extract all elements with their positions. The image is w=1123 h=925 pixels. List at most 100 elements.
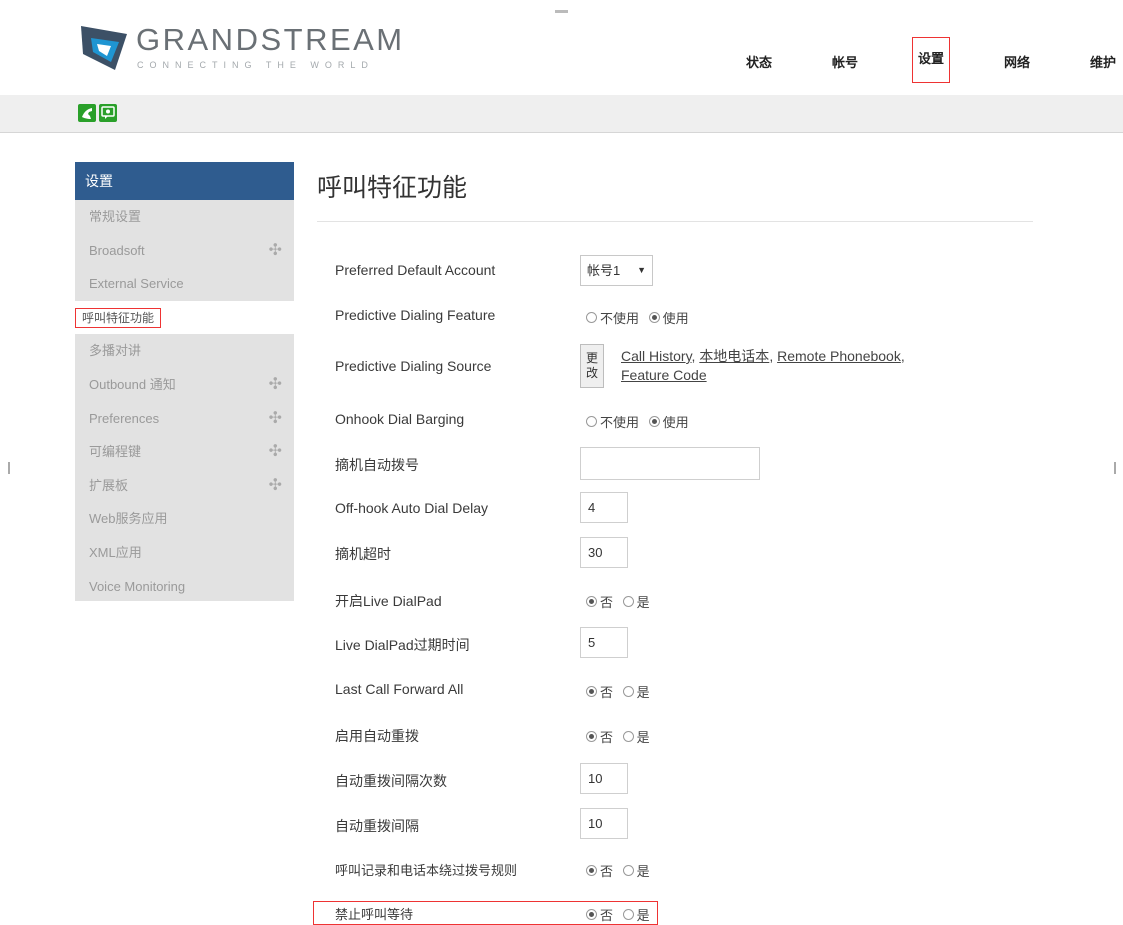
expand-plus-icon[interactable]: ✣ [269,435,282,469]
source-link[interactable]: Feature Code [621,367,707,383]
radio-label: 使用 [662,311,689,326]
sidebar-item-label: 可编程键 [89,444,142,460]
sidebar-item-outbound-notification[interactable]: Outbound 通知 ✣ [75,368,294,402]
phone-icon[interactable] [78,104,96,122]
radio-label: 否 [600,864,614,879]
source-link[interactable]: 本地电话本 [699,348,769,364]
nav-status[interactable]: 状态 [746,48,772,78]
sidebar-item-label: Voice Monitoring [89,578,186,594]
auto-redial-radio-group: 否 是 [586,727,656,746]
radio-yes[interactable] [622,865,634,876]
separator: , [900,348,905,364]
setting-label: Last Call Forward All [335,681,464,697]
source-list: Call History, 本地电话本, Remote Phonebook, F… [621,347,905,385]
sidebar-item-multicast-paging[interactable]: 多播对讲 [75,334,294,368]
select-value: 帐号1 [587,263,621,278]
nav-network[interactable]: 网络 [1004,48,1030,78]
expand-plus-icon[interactable]: ✣ [269,402,282,436]
setting-label: 启用自动重拨 [335,728,419,744]
radio-enable[interactable] [648,312,660,323]
last-call-forward-radio-group: 否 是 [586,682,656,701]
setting-row: Off-hook Auto Dial Delay 4 [335,492,1115,523]
radio-yes[interactable] [622,596,634,607]
settings-sidebar: 设置 常规设置 Broadsoft ✣ External Service 呼叫特征… [75,162,294,601]
radio-label: 否 [600,730,614,745]
sidebar-item-general[interactable]: 常规设置 [75,200,294,234]
sidebar-item-voice-monitoring[interactable]: Voice Monitoring [75,570,294,604]
radio-label: 是 [636,595,650,610]
live-dialpad-radio-group: 否 是 [586,592,656,611]
sidebar-item-external-service[interactable]: External Service [75,267,294,301]
nav-account[interactable]: 帐号 [832,48,858,78]
sidebar-item-label: XML应用 [89,544,142,560]
offhook-auto-dial-delay-input[interactable]: 4 [580,492,628,523]
setting-label: Live DialPad过期时间 [335,637,470,653]
left-edge-handle [8,462,10,474]
radio-yes[interactable] [622,909,634,920]
setting-row: Last Call Forward All 否 是 [335,679,1115,703]
setting-row: Predictive Dialing Feature 不使用 使用 [335,305,1115,329]
sidebar-item-extension-board[interactable]: 扩展板 ✣ [75,469,294,503]
sidebar-item-label: External Service [89,276,184,292]
radio-yes[interactable] [622,686,634,697]
radio-enable[interactable] [648,416,660,427]
chat-icon[interactable] [99,104,117,122]
sidebar-item-preferences[interactable]: Preferences ✣ [75,402,294,436]
sidebar-item-label: Broadsoft [89,242,145,258]
sidebar-header[interactable]: 设置 [75,162,294,200]
live-dialpad-expire-input[interactable]: 5 [580,627,628,658]
radio-label: 否 [600,908,614,923]
radio-yes[interactable] [622,731,634,742]
radio-label: 使用 [662,415,689,430]
top-resize-handle[interactable] [555,10,568,13]
setting-label: 摘机超时 [335,546,391,562]
offhook-timeout-input[interactable]: 30 [580,537,628,568]
setting-label: Off-hook Auto Dial Delay [335,500,489,516]
radio-no[interactable] [586,596,597,607]
title-divider [317,221,1033,222]
offhook-auto-dial-input[interactable] [580,447,760,480]
setting-label: 摘机自动拨号 [335,457,419,473]
expand-plus-icon[interactable]: ✣ [269,234,282,268]
radio-label: 是 [636,864,650,879]
setting-row: 摘机自动拨号 [335,447,1115,480]
sidebar-item-label: 扩展板 [89,477,129,493]
toolbar [0,95,1123,133]
setting-label: Preferred Default Account [335,262,496,278]
expand-plus-icon[interactable]: ✣ [269,368,282,402]
sidebar-item-call-features[interactable]: 呼叫特征功能 [75,300,294,335]
radio-disable[interactable] [586,312,597,323]
radio-disable[interactable] [586,416,597,427]
radio-label: 不使用 [600,311,640,326]
setting-label: 呼叫记录和电话本绕过拨号规则 [335,863,518,878]
radio-no[interactable] [586,909,597,920]
setting-row: 呼叫记录和电话本绕过拨号规则 否 是 [335,858,1115,882]
sidebar-item-programmable-keys[interactable]: 可编程键 ✣ [75,435,294,469]
predictive-dialing-radio-group: 不使用 使用 [586,308,695,327]
preferred-default-account-select[interactable]: 帐号1 ▼ [580,255,653,286]
sidebar-item-xml-application[interactable]: XML应用 [75,536,294,570]
setting-label: Onhook Dial Barging [335,411,465,427]
source-link[interactable]: Call History [621,348,692,364]
source-link[interactable]: Remote Phonebook [777,348,901,364]
radio-label: 是 [636,685,650,700]
radio-label: 否 [600,595,614,610]
onhook-barging-radio-group: 不使用 使用 [586,412,695,431]
nav-maintenance[interactable]: 维护 [1090,48,1116,78]
setting-label: 自动重拨间隔 [335,818,419,834]
separator: , [769,348,778,364]
sidebar-item-label: Web服务应用 [89,511,168,527]
nav-settings[interactable]: 设置 [912,37,951,83]
auto-redial-interval-input[interactable]: 10 [580,808,628,839]
sidebar-item-web-service[interactable]: Web服务应用 [75,502,294,536]
setting-label: 禁止呼叫等待 [335,907,414,922]
auto-redial-times-input[interactable]: 10 [580,763,628,794]
sidebar-item-broadsoft[interactable]: Broadsoft ✣ [75,234,294,268]
call-waiting-radio-group: 否 是 [586,905,656,924]
change-source-button[interactable]: 更 改 [580,344,604,388]
radio-no[interactable] [586,686,597,697]
expand-plus-icon[interactable]: ✣ [269,469,282,503]
radio-no[interactable] [586,731,597,742]
setting-row: 自动重拨间隔 10 [335,808,1115,839]
radio-no[interactable] [586,865,597,876]
